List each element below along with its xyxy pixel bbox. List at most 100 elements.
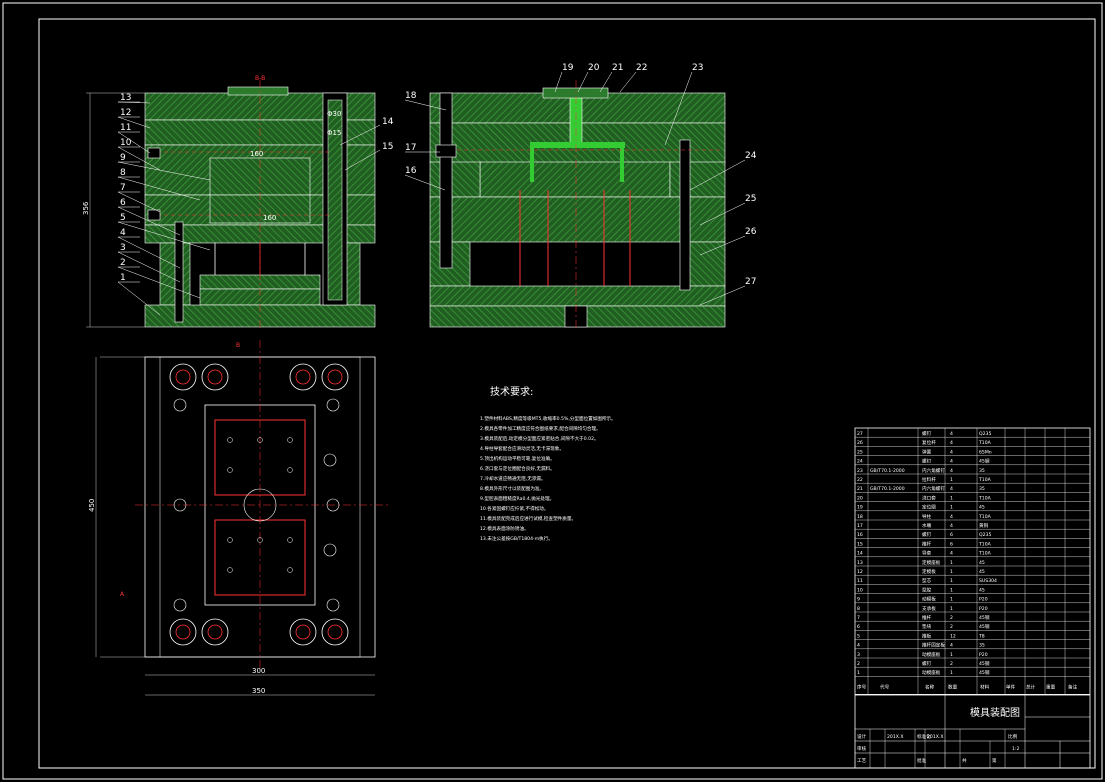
bom-no: 14 — [857, 551, 863, 557]
bom-no: 20 — [857, 495, 863, 501]
callout-label: 11 — [120, 123, 131, 133]
dim-width-outer: 350 — [252, 687, 265, 695]
tech-note-line: 7.冷却水道应畅通无阻,无渗漏。 — [480, 475, 546, 482]
bom-material: 45钢 — [979, 660, 990, 667]
ejector-pin-hole — [227, 537, 233, 543]
callout-label: 10 — [120, 138, 132, 148]
bom-name: 螺钉 — [922, 430, 932, 437]
bom-no: 13 — [857, 560, 863, 566]
guide-hole-inner — [207, 624, 223, 640]
bom-no: 11 — [857, 578, 863, 584]
bom-table: 27 螺钉 4 Q23526 复位杆 4 T10A25 弹簧 4 65Mn24 螺钉 4 45钢23 GB… — [854, 427, 1091, 695]
bom-name: 推杆 — [922, 614, 932, 621]
callout-label: 9 — [120, 153, 126, 163]
bom-name: 支承板 — [922, 605, 936, 612]
callout-label: 18 — [405, 91, 417, 101]
screw-hole — [173, 398, 187, 412]
ejector-pin-hole — [227, 567, 233, 573]
bom-qty: 2 — [950, 615, 953, 621]
guide-hole-inner — [175, 624, 191, 640]
bom-no: 16 — [857, 532, 863, 538]
bom-qty: 4 — [950, 431, 953, 437]
plan-holes — [169, 363, 349, 646]
bom-qty: 4 — [950, 523, 953, 529]
bom-header-qty: 数量 — [948, 683, 958, 690]
screw-hole — [323, 453, 337, 467]
bom-material: 45 — [979, 560, 985, 566]
callout-label: 17 — [405, 143, 416, 153]
guide-hole — [321, 618, 349, 646]
bom-no: 7 — [857, 615, 860, 621]
bom-material: 45 — [979, 505, 985, 511]
tb-date1: 201X.X — [887, 734, 904, 740]
bom-qty: 4 — [950, 643, 953, 649]
title-block — [854, 694, 1091, 769]
dim-cavity-top: 160 — [250, 150, 263, 158]
dim-height-plan: 450 — [88, 499, 96, 512]
bom-material: 65Mn — [979, 449, 992, 455]
bom-material: P20 — [979, 597, 988, 603]
bom-qty: 1 — [950, 560, 953, 566]
callout-label: 2 — [120, 258, 126, 268]
callout-label: 25 — [745, 194, 756, 204]
bom-material: T10A — [978, 514, 992, 520]
bom-name: 浇口套 — [922, 494, 936, 501]
guide-hole — [289, 618, 317, 646]
bom-qty: 4 — [950, 440, 953, 446]
bom-qty: 4 — [950, 551, 953, 557]
bom-qty: 12 — [950, 633, 956, 639]
plan-view — [95, 340, 390, 696]
bom-name: 型腔 — [922, 586, 932, 593]
bom-name: 推杆 — [922, 540, 932, 547]
tech-note-line: 10.各紧固螺钉应拧紧,不得松动。 — [480, 505, 549, 512]
bom-no: 9 — [857, 597, 860, 603]
bom-material: 45钢 — [979, 669, 990, 676]
tech-note-line: 11.模具装配完成后应进行试模,检查塑件质量。 — [480, 515, 576, 522]
bom-name: 型芯 — [922, 577, 932, 584]
bom-qty: 1 — [950, 587, 953, 593]
bom-header-no: 序号 — [857, 683, 867, 690]
bom-name: 螺钉 — [922, 660, 932, 667]
dim-pin-d2: Φ15 — [327, 129, 341, 137]
ejector-pin-hole — [227, 437, 233, 443]
guide-hole — [201, 618, 229, 646]
screw-hole — [326, 598, 340, 612]
callout-label: 13 — [120, 93, 131, 103]
bom-no: 24 — [857, 459, 863, 465]
guide-hole — [169, 618, 197, 646]
bom-qty: 1 — [950, 606, 953, 612]
bom-material: T10A — [978, 440, 992, 446]
bom-material: 45 — [979, 587, 985, 593]
bom-qty: 1 — [950, 578, 953, 584]
bom-material: 45钢 — [979, 623, 990, 630]
bom-material: T8 — [978, 633, 985, 639]
dim-height-left: 356 — [82, 201, 90, 215]
bom-material: 35 — [979, 486, 985, 492]
bom-material: Q235 — [979, 532, 991, 538]
tech-req-title: 技术要求: — [490, 385, 533, 398]
bom-std: GB/T70.1-2000 — [870, 468, 905, 474]
callout-label: 19 — [562, 63, 574, 73]
screw-hole — [323, 543, 337, 557]
tb-checker: 审核 — [857, 745, 867, 752]
tb-scale-label: 比例 — [1008, 733, 1018, 740]
bom-no: 6 — [857, 624, 860, 630]
guide-hole — [321, 363, 349, 391]
callout-label: 3 — [120, 243, 126, 253]
bom-no: 22 — [857, 477, 863, 483]
guide-hole-inner — [295, 624, 311, 640]
bom-material: 黄铜 — [979, 522, 989, 529]
guide-hole — [201, 363, 229, 391]
tb-designer: 设计 — [857, 733, 867, 740]
bom-name: 垫块 — [922, 623, 932, 630]
callout-label: 21 — [612, 63, 623, 73]
tb-scale-value: 1:2 — [1012, 746, 1019, 752]
bom-material: T10A — [978, 495, 992, 501]
bom-material: SUS304 — [979, 578, 997, 584]
bom-name: 定模板 — [922, 568, 936, 575]
bom-name: 动模板 — [922, 596, 936, 603]
screw-hole — [326, 398, 340, 412]
bom-material: 45钢 — [979, 614, 990, 621]
bom-material: 35 — [979, 643, 985, 649]
bom-no: 2 — [857, 661, 860, 667]
